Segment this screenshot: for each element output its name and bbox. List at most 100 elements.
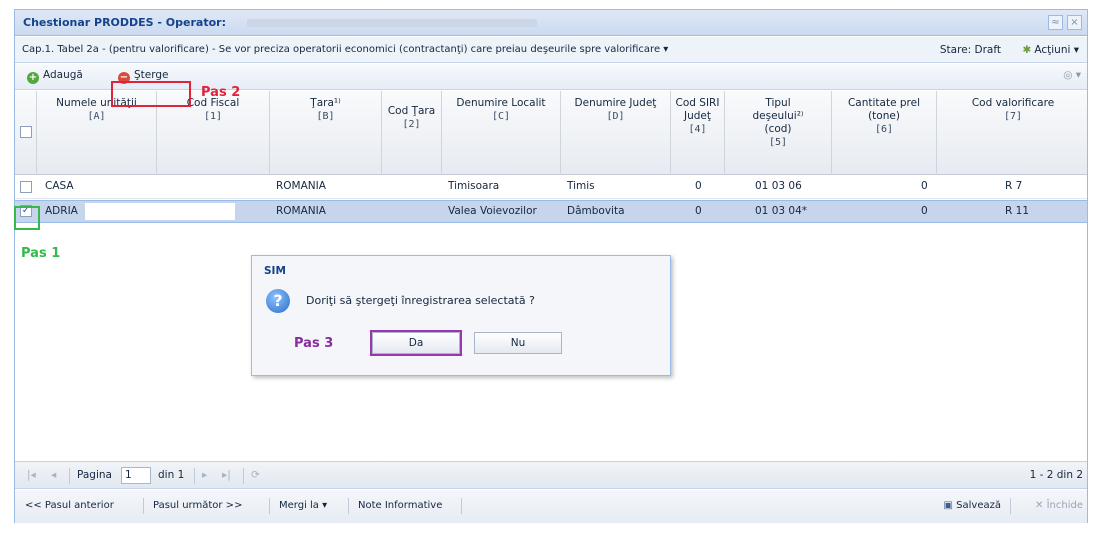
no-button[interactable]: Nu [474,332,562,354]
col-header-waste-type[interactable]: Tipul deşeului²⁾ (cod) [5] [725,91,832,175]
question-icon: ? [266,289,290,313]
divider [143,498,144,514]
section-header: Cap.1. Tabel 2a - (pentru valorificare) … [15,37,1087,63]
divider [461,498,462,514]
col-header-country[interactable]: Ţara¹⁾ [B] [270,91,382,175]
col-code: [1] [203,111,223,122]
col-header-county[interactable]: Denumire Judeţ [D] [561,91,671,175]
cell-country: ROMANIA [276,180,326,192]
goto-menu-button[interactable]: Mergi la ▾ [279,500,327,511]
add-button[interactable]: + Adaugă [27,69,83,84]
step1-label: Pas 1 [21,246,61,261]
header-select-all[interactable] [15,91,37,175]
redacted-name-mask [85,203,235,220]
close-window-button[interactable]: × [1067,15,1082,30]
table-row[interactable]: CASA ROMANIA Timisoara Timis 0 01 03 06 … [15,176,1087,199]
dialog-title: SIM [264,265,286,277]
col-title: Cantitate prel (tone) [847,97,921,122]
cell-name: ADRIA [45,205,78,217]
close-button[interactable]: ✕ Închide [1035,500,1083,511]
col-header-quantity[interactable]: Cantitate prel (tone) [6] [832,91,937,175]
col-code: [6] [874,124,894,135]
page-count: din 1 [158,469,185,481]
settings-menu-button[interactable]: ◎ ▾ [1063,69,1081,81]
window-titlebar: Chestionar PRODDES - Operator: ≈ × [15,10,1087,36]
divider [243,468,244,484]
prev-step-button[interactable]: << Pasul anterior [25,500,114,511]
col-code: [7] [1003,111,1023,122]
cell-waste-type: 01 03 06 [755,180,802,192]
cell-country: ROMANIA [276,205,326,217]
plus-icon: + [27,72,39,84]
step3-label: Pas 3 [294,336,334,351]
col-header-country-code[interactable]: Cod Ţara [2] [382,91,442,175]
cell-locality: Valea Voievozilor [448,205,537,217]
table-row-selected[interactable]: ✓ ADRIA ROMANIA Valea Voievozilor Dâmbov… [15,200,1087,223]
col-header-recovery-code[interactable]: Cod valorificare [7] [937,91,1089,175]
next-step-button[interactable]: Pasul următor >> [153,500,242,511]
cell-county: Dâmbovita [567,205,625,217]
step2-highlight-box [111,81,191,107]
col-code: [B] [316,111,335,122]
cell-recovery-code: R 11 [1005,205,1029,217]
cell-name: CASA [45,180,74,192]
divider [348,498,349,514]
col-title: Cod valorificare [971,97,1055,109]
actions-menu[interactable]: ✱ Acţiuni ▾ [1023,44,1079,56]
actions-label: Acţiuni ▾ [1034,44,1079,56]
col-code: [2] [402,119,421,130]
col-code: [D] [606,111,625,122]
gears-icon: ✱ [1022,44,1032,56]
last-page-icon[interactable]: ▸| [222,469,231,481]
cell-siruta: 0 [695,205,702,217]
save-label: Salvează [956,500,1001,511]
cell-quantity: 0 [921,205,928,217]
col-code: [A] [87,111,106,122]
step1-highlight-box [14,206,40,230]
col-title: Tipul deşeului²⁾ (cod) [752,97,804,135]
step2-label: Pas 2 [201,85,241,100]
page-label: Pagina [77,469,112,481]
status-label: Stare: Draft [939,44,1001,56]
divider [194,468,195,484]
col-header-locality[interactable]: Denumire Localit [C] [442,91,561,175]
step3-highlight-box [370,330,462,356]
save-button[interactable]: ▣ Salvează [944,500,1001,511]
col-code: [4] [688,124,707,135]
col-code: [C] [491,111,511,122]
divider [1010,498,1011,514]
cell-county: Timis [567,180,595,192]
col-code: [5] [768,137,788,148]
col-header-siruta[interactable]: Cod SIRI Judeţ [4] [671,91,725,175]
redacted-name-mask [79,178,235,195]
close-label: Închide [1046,500,1083,511]
section-caption-dropdown[interactable]: Cap.1. Tabel 2a - (pentru valorificare) … [22,44,668,55]
first-page-icon[interactable]: |◂ [27,469,36,481]
row-checkbox[interactable] [20,181,32,193]
cell-quantity: 0 [921,180,928,192]
dialog-message: Doriţi să ştergeţi înregistrarea selecta… [306,294,535,307]
delete-label: Şterge [134,69,169,81]
confirm-delete-dialog: SIM ? Doriţi să ştergeţi înregistrarea s… [251,255,671,376]
wizard-footer: << Pasul anterior Pasul următor >> Mergi… [15,490,1087,523]
page-number-input[interactable]: 1 [121,467,151,484]
floppy-icon: ▣ [943,500,957,511]
select-all-checkbox[interactable] [20,126,32,138]
col-title: Ţara¹⁾ [310,97,341,109]
collapse-button[interactable]: ≈ [1048,15,1063,30]
cell-siruta: 0 [695,180,702,192]
close-icon: ✕ [1035,500,1047,511]
refresh-icon[interactable]: ⟳ [251,469,260,481]
divider [69,468,70,484]
col-title: Denumire Judeţ [574,97,657,109]
info-notes-button[interactable]: Note Informative [358,500,442,511]
next-page-icon[interactable]: ▸ [202,469,207,481]
prev-page-icon[interactable]: ◂ [51,469,56,481]
cell-locality: Timisoara [448,180,500,192]
add-label: Adaugă [43,69,83,81]
pagination-bar: |◂ ◂ Pagina 1 din 1 ▸ ▸| ⟳ 1 - 2 din 2 [15,461,1087,489]
col-title: Denumire Localit [456,97,546,109]
cell-waste-type: 01 03 04* [755,205,808,217]
col-title: Cod Ţara [387,105,436,117]
window-title: Chestionar PRODDES - Operator: [23,16,226,29]
